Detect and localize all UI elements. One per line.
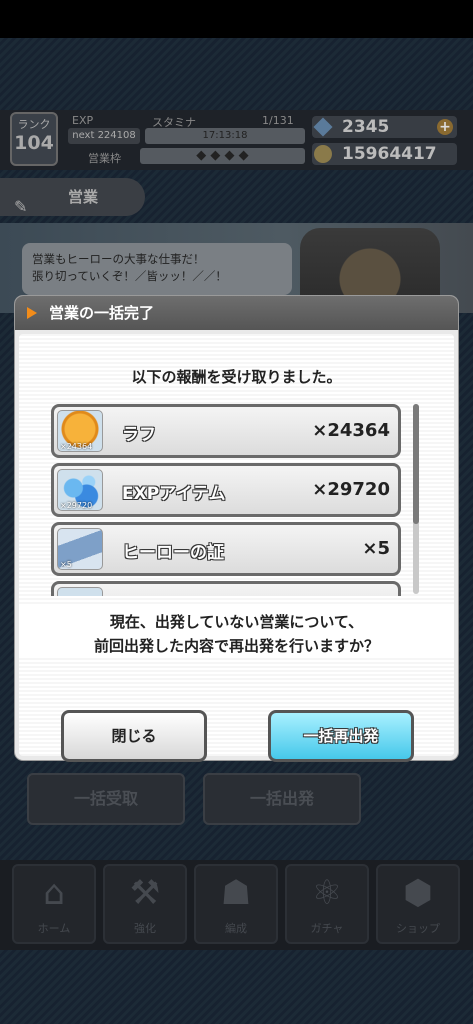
stamina-value: 1/131 (262, 114, 294, 127)
dialog-header: 営業の一括完了 (15, 296, 458, 330)
nav-label: ショップ (396, 922, 440, 935)
rank-badge: ランク 104 (10, 112, 58, 166)
nav-home[interactable]: ⌂ ホーム (12, 864, 96, 944)
item-icon (57, 587, 103, 596)
sales-slot-label: 営業枠 (88, 152, 121, 165)
question-line-2: 前回出発した内容で再出発を行いますか？ (93, 637, 379, 655)
reward-quantity: ×29720 (312, 479, 390, 500)
close-button[interactable]: 閉じる (61, 710, 207, 762)
reward-name: EXPアイテム (122, 484, 226, 504)
exp-bubbles-icon: ×29720 (57, 469, 103, 511)
stamina-bar: 17:13:18 (145, 128, 305, 144)
sales-header: ✎ 営業 (0, 178, 145, 216)
hero-card-icon: ×5 (57, 528, 103, 570)
reward-item: ×5 ヒーローの証 ×5 (51, 522, 401, 576)
nav-label: ホーム (37, 922, 71, 935)
nav-label: 強化 (134, 922, 156, 935)
reward-item: ×24364 ラフ ×24364 (51, 404, 401, 458)
coin-icon (314, 145, 332, 163)
nav-shop[interactable]: ⬢ ショップ (376, 864, 460, 944)
bulk-complete-dialog: 営業の一括完了 以下の報酬を受け取りました。 ×24364 ラフ ×24364 … (15, 296, 458, 762)
reward-name: ラフ (122, 425, 156, 445)
scrollbar-thumb[interactable] (413, 404, 419, 524)
received-message: 以下の報酬を受け取りました。 (131, 368, 342, 386)
thumb-count: ×29720 (60, 501, 93, 510)
triangle-marker-icon (27, 307, 37, 319)
top-hud: ランク 104 EXP next 224108 スタミナ 1/131 17:13… (0, 110, 473, 170)
exp-next: next 224108 (68, 128, 140, 144)
reward-item-partial (51, 581, 401, 596)
nav-gacha[interactable]: ⚛ ガチャ (285, 864, 369, 944)
dumbbell-icon: ⚒ (129, 873, 161, 913)
nav-label: 編成 (225, 922, 247, 935)
question-line-1: 現在、出発していない営業について、 (109, 613, 364, 631)
laugh-coin-icon: ×24364 (57, 410, 103, 452)
bottom-band (0, 950, 473, 1024)
reward-quantity: ×24364 (312, 420, 390, 441)
dialog-title: 営業の一括完了 (49, 304, 155, 322)
nav-team[interactable]: ☗ 編成 (194, 864, 278, 944)
coin-value: 15964417 (342, 144, 437, 164)
bulk-receive-button[interactable]: 一括受取 (27, 773, 185, 825)
reward-list[interactable]: ×24364 ラフ ×24364 ×29720 EXPアイテム ×29720 ×… (51, 400, 421, 596)
reward-name: ヒーローの証 (122, 543, 224, 563)
coin-counter: 15964417 (312, 143, 457, 165)
sales-header-label: 営業 (68, 188, 99, 206)
rank-label: ランク (17, 118, 51, 131)
sales-slot-marks: ◆ ◆ ◆ ◆ (140, 148, 305, 164)
add-gems-button[interactable]: + (437, 119, 453, 135)
shop-icon: ⬢ (403, 873, 433, 913)
bottom-nav: ⌂ ホーム ⚒ 強化 ☗ 編成 ⚛ ガチャ ⬢ ショップ (0, 860, 473, 950)
speech-bubble: 営業もヒーローの大事な仕事だ！ 張り切っていくぞ！／皆ッッ！／／！ (22, 243, 292, 295)
redispatch-question: 現在、出発していない営業について、 前回出発した内容で再出発を行いますか？ (19, 606, 454, 658)
gem-counter: 2345 + (312, 116, 457, 138)
exp-label: EXP (72, 114, 94, 127)
gem-icon (313, 117, 333, 137)
reward-item: ×29720 EXPアイテム ×29720 (51, 463, 401, 517)
dialog-body: 以下の報酬を受け取りました。 ×24364 ラフ ×24364 ×29720 E… (19, 334, 454, 762)
bulk-redispatch-button[interactable]: 一括再出発 (268, 710, 414, 762)
nav-upgrade[interactable]: ⚒ 強化 (103, 864, 187, 944)
thumb-count: ×24364 (60, 442, 93, 451)
status-bar (0, 0, 473, 38)
home-icon: ⌂ (43, 873, 65, 913)
game-screen: ランク 104 EXP next 224108 スタミナ 1/131 17:13… (0, 38, 473, 1024)
back-arrow-icon[interactable]: ✎ (14, 188, 27, 226)
team-icon: ☗ (220, 873, 252, 913)
rank-value: 104 (14, 132, 54, 154)
nav-label: ガチャ (310, 922, 344, 935)
orbit-icon: ⚛ (311, 873, 343, 913)
gem-value: 2345 (342, 117, 390, 137)
thumb-count: ×5 (60, 560, 72, 569)
reward-quantity: ×5 (362, 538, 390, 559)
reward-list-scrollbar[interactable] (413, 404, 419, 594)
bulk-dispatch-button[interactable]: 一括出発 (203, 773, 361, 825)
